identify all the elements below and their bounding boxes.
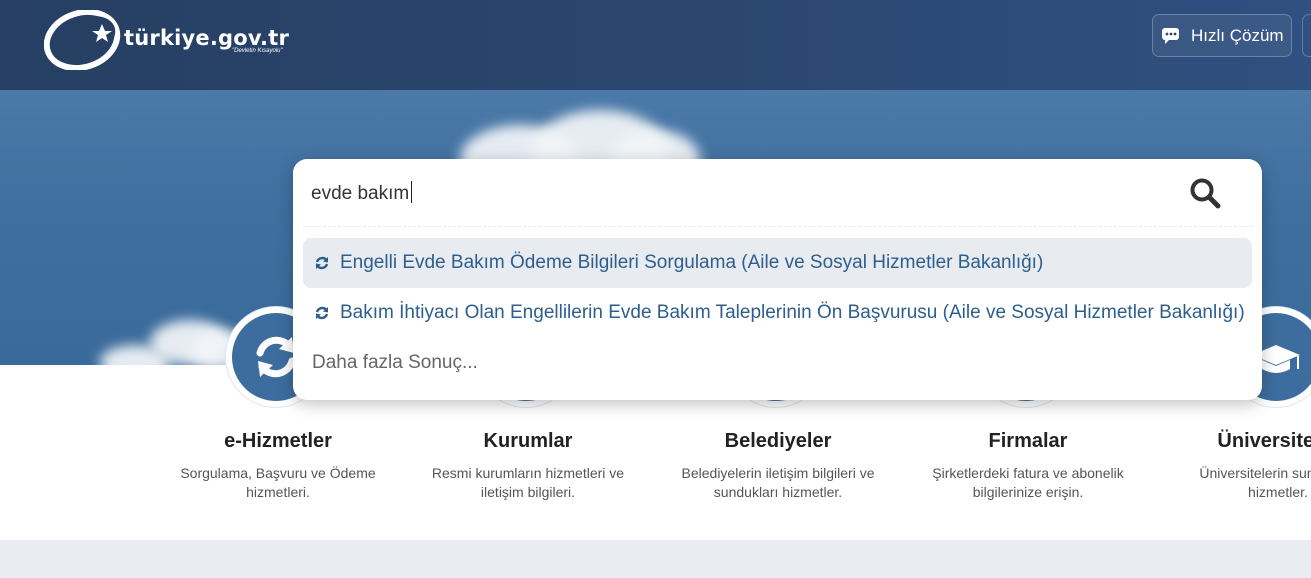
service-title: e-Hizmetler <box>224 430 332 452</box>
quick-solution-button[interactable]: Hızlı Çözüm <box>1152 14 1292 57</box>
chat-bubble-icon <box>1161 27 1183 45</box>
suggestion-label: Engelli Evde Bakım Ödeme Bilgileri Sorgu… <box>340 252 1044 273</box>
search-input[interactable] <box>311 179 1151 209</box>
more-results-link[interactable]: Daha fazla Sonuç... <box>312 352 478 374</box>
site-logo[interactable]: türkiye.gov.tr "Devletin Kısayolu" <box>44 10 304 70</box>
logo-text: türkiye.gov.tr <box>124 26 290 50</box>
search-suggestion[interactable]: Bakım İhtiyacı Olan Engellilerin Evde Ba… <box>303 288 1252 338</box>
page-footer-strip <box>0 540 1311 578</box>
service-title: Üniversiteler <box>1217 430 1311 452</box>
text-caret <box>411 181 412 203</box>
search-panel: Engelli Evde Bakım Ödeme Bilgileri Sorgu… <box>293 159 1262 400</box>
crescent-star-icon <box>44 10 121 70</box>
service-description: Üniversitelerin sundukları hizmetler. <box>1199 465 1311 500</box>
refresh-icon <box>315 306 329 320</box>
suggestion-label: Bakım İhtiyacı Olan Engellilerin Evde Ba… <box>340 302 1245 323</box>
site-header: türkiye.gov.tr "Devletin Kısayolu" Hızlı… <box>0 0 1311 90</box>
search-suggestion[interactable]: Engelli Evde Bakım Ödeme Bilgileri Sorgu… <box>303 238 1252 288</box>
service-title: Firmalar <box>988 430 1068 452</box>
service-description: Belediyelerin iletişim bilgileri ve sund… <box>681 465 875 500</box>
service-description: Resmi kurumların hizmetleri ve iletişim … <box>431 465 625 500</box>
logo-tagline: "Devletin Kısayolu" <box>232 48 283 54</box>
search-icon[interactable] <box>1189 177 1221 209</box>
header-next-button[interactable] <box>1302 14 1311 57</box>
service-description: Şirketlerdeki fatura ve abonelik bilgile… <box>932 465 1124 500</box>
service-title: Kurumlar <box>483 430 573 452</box>
search-divider <box>303 226 1252 227</box>
service-description: Sorgulama, Başvuru ve Ödeme hizmetleri. <box>180 465 376 500</box>
refresh-icon <box>315 256 329 270</box>
quick-solution-label: Hızlı Çözüm <box>1191 25 1284 45</box>
service-title: Belediyeler <box>724 430 832 452</box>
